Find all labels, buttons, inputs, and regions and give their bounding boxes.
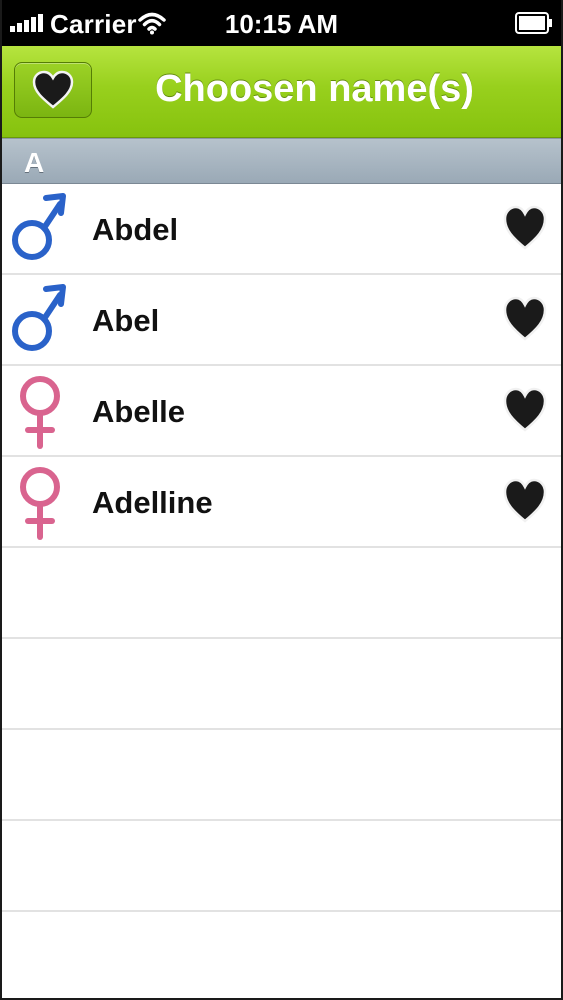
male-symbol-icon — [12, 284, 66, 351]
empty-row — [2, 821, 561, 912]
female-symbol-icon — [20, 376, 60, 449]
heart-icon[interactable] — [503, 477, 547, 525]
heart-icon[interactable] — [503, 295, 547, 343]
status-bar: Carrier 10:15 AM — [2, 0, 561, 46]
heart-icon[interactable] — [503, 386, 547, 434]
app-screen: Carrier 10:15 AM Choosen name(s) A Abdel… — [0, 0, 563, 1000]
name-label: Adelline — [92, 485, 213, 520]
name-label: Abel — [92, 303, 160, 338]
name-label: Abelle — [92, 394, 186, 429]
list-item[interactable]: Adelline — [2, 457, 561, 548]
page-title: Choosen name(s) — [155, 68, 474, 110]
empty-row — [2, 730, 561, 821]
heart-icon — [32, 70, 74, 109]
empty-row — [2, 639, 561, 730]
navigation-bar: Choosen name(s) — [2, 46, 561, 138]
heart-icon[interactable] — [503, 204, 547, 252]
battery-icon — [515, 12, 552, 34]
section-letter: A — [24, 147, 45, 178]
list-item[interactable]: Abelle — [2, 366, 561, 457]
names-list: Abdel Abel Abelle Adelline — [2, 184, 561, 998]
empty-row — [2, 912, 561, 998]
section-header: A — [2, 138, 561, 184]
empty-row — [2, 548, 561, 639]
list-item[interactable]: Abel — [2, 275, 561, 366]
name-label: Abdel — [92, 212, 179, 247]
status-time: 10:15 AM — [224, 9, 339, 39]
female-symbol-icon — [20, 467, 60, 540]
list-item[interactable]: Abdel — [2, 184, 561, 275]
favorites-button[interactable] — [14, 62, 92, 118]
male-symbol-icon — [12, 193, 66, 260]
